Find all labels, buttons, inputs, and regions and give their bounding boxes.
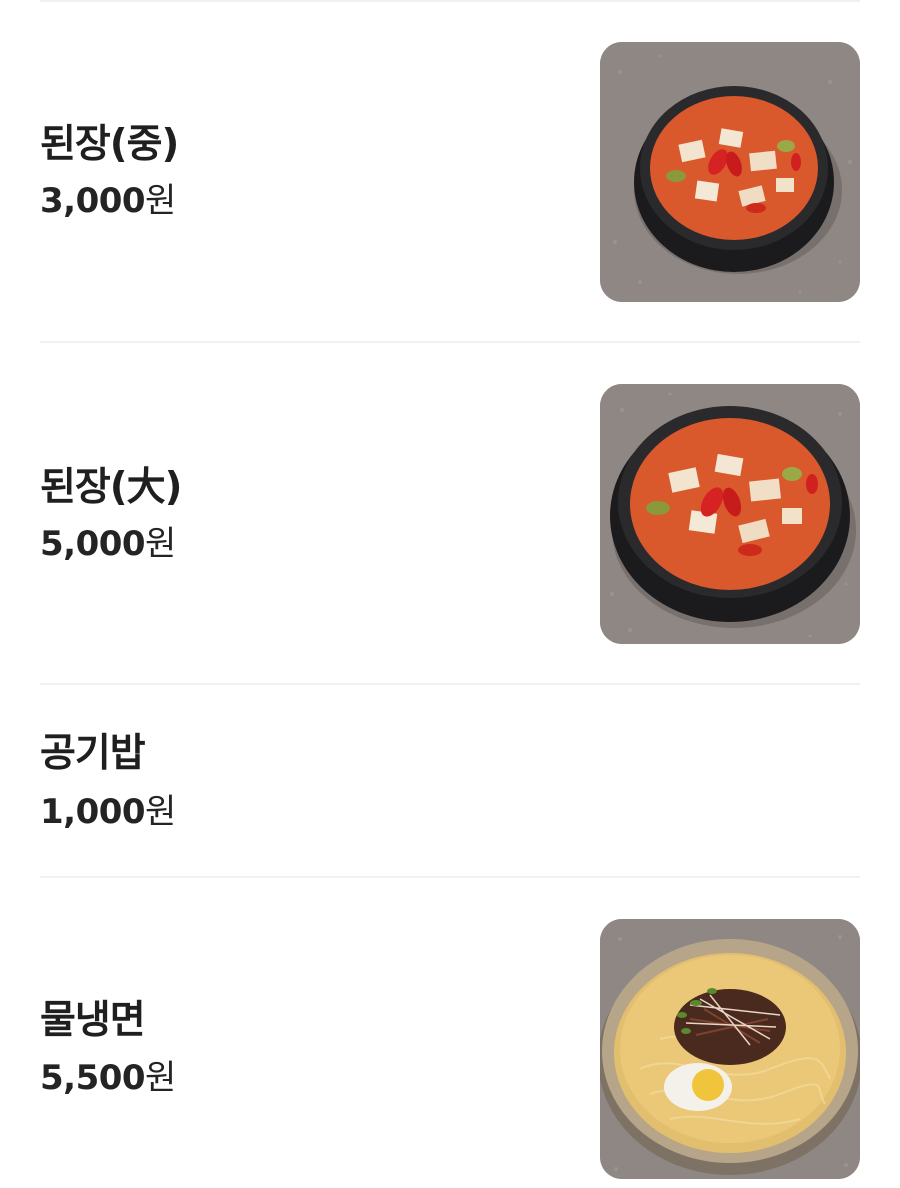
price-currency: 원 [145, 792, 176, 832]
price-value: 5,500 [40, 1058, 146, 1098]
doenjang-stew-image [600, 42, 860, 302]
price-currency: 원 [145, 524, 176, 564]
cold-noodle-image [600, 919, 860, 1179]
menu-item-image [600, 919, 860, 1179]
menu-item-price: 5,000원 [40, 527, 176, 561]
menu-list: 된장(중) 3,000원 된장(大) 5,000원 공기밥 1,000원 물냉면… [0, 0, 900, 1188]
price-value: 1,000 [40, 792, 146, 832]
menu-item[interactable]: 공기밥 1,000원 [40, 685, 860, 878]
menu-item-name: 공기밥 [40, 731, 146, 776]
doenjang-stew-image [600, 384, 860, 644]
price-currency: 원 [145, 1058, 176, 1098]
menu-item-price: 1,000원 [40, 795, 176, 829]
menu-item-image [600, 384, 860, 644]
menu-item-name: 된장(중) [40, 122, 179, 167]
menu-item-name: 된장(大) [40, 465, 182, 510]
price-value: 3,000 [40, 181, 146, 221]
price-currency: 원 [145, 181, 176, 221]
menu-item-name: 물냉면 [40, 998, 146, 1043]
menu-item-price: 5,500원 [40, 1061, 176, 1095]
menu-item-price: 3,000원 [40, 184, 176, 218]
menu-item[interactable]: 된장(大) 5,000원 [40, 343, 860, 685]
menu-item[interactable]: 물냉면 5,500원 [40, 878, 860, 1188]
price-value: 5,000 [40, 524, 146, 564]
menu-item[interactable]: 된장(중) 3,000원 [40, 0, 860, 343]
menu-item-image [600, 42, 860, 302]
